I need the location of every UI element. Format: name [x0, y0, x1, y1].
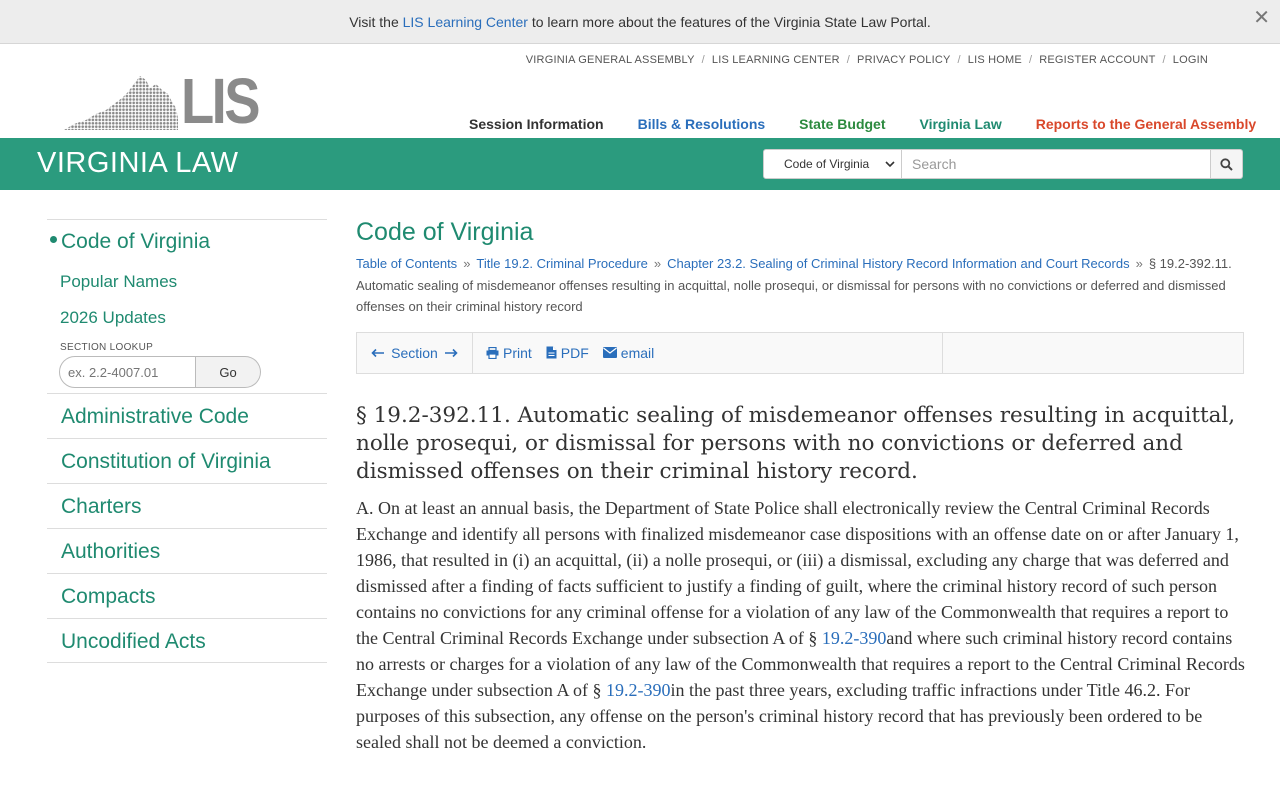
pdf-label: PDF: [560, 344, 589, 361]
search-scope-value: Code of Virginia: [784, 157, 870, 171]
email-label: email: [620, 344, 655, 361]
breadcrumb-chapter[interactable]: Chapter 23.2. Sealing of Criminal Histor…: [667, 256, 1129, 271]
email-button[interactable]: email: [602, 344, 655, 361]
util-link-learning-center[interactable]: LIS LEARNING CENTER: [712, 54, 840, 66]
sidebar-item-administrative-code[interactable]: Administrative Code: [47, 393, 327, 438]
sidebar-subitem-updates[interactable]: 2026 Updates: [47, 300, 327, 336]
nav-bills-resolutions[interactable]: Bills & Resolutions: [638, 116, 766, 132]
utility-links: VIRGINIA GENERAL ASSEMBLY / LIS LEARNING C…: [526, 54, 1208, 66]
announcement-banner: Visit the LIS Learning Center to learn m…: [0, 0, 1280, 44]
nav-state-budget[interactable]: State Budget: [799, 116, 885, 132]
section-reference-link[interactable]: 19.2-390: [606, 680, 671, 700]
arrow-left-icon[interactable]: [371, 348, 385, 358]
util-link-privacy-policy[interactable]: PRIVACY POLICY: [857, 54, 950, 66]
section-heading: § 19.2-392.11. Automatic sealing of misd…: [356, 402, 1236, 484]
page-title: Code of Virginia: [356, 218, 534, 246]
arrow-right-icon[interactable]: [444, 348, 458, 358]
sidebar-item-constitution[interactable]: Constitution of Virginia: [47, 438, 327, 483]
search-button[interactable]: [1211, 149, 1243, 179]
util-link-general-assembly[interactable]: VIRGINIA GENERAL ASSEMBLY: [526, 54, 695, 66]
section-lookup-go-button[interactable]: Go: [196, 356, 261, 388]
section-header-bar: VIRGINIA LAW Code of Virginia: [0, 138, 1280, 190]
section-title: VIRGINIA LAW: [37, 147, 239, 179]
section-paragraph: A. On at least an annual basis, the Depa…: [356, 495, 1249, 755]
separator: /: [1028, 54, 1033, 66]
sidebar-item-compacts[interactable]: Compacts: [47, 573, 327, 618]
section-tools: Print PDF email: [473, 332, 943, 373]
sidebar-item-code-of-virginia[interactable]: Code of Virginia: [47, 220, 327, 264]
separator: /: [1162, 54, 1166, 66]
breadcrumb-separator: »: [463, 256, 471, 271]
search-form: Code of Virginia: [763, 149, 1243, 179]
separator: /: [701, 54, 705, 66]
util-link-register[interactable]: REGISTER ACCOUNT: [1039, 54, 1155, 66]
nav-reports[interactable]: Reports to the General Assembly: [1036, 116, 1256, 132]
breadcrumb-table-of-contents[interactable]: Table of Contents: [356, 256, 457, 271]
breadcrumb-separator: »: [653, 256, 662, 271]
breadcrumb-title[interactable]: Title 19.2. Criminal Procedure: [476, 256, 647, 271]
breadcrumb-separator: »: [1135, 256, 1143, 271]
envelope-icon: [602, 347, 617, 358]
sidebar-item-uncodified-acts[interactable]: Uncodified Acts: [47, 618, 327, 663]
sidebar-item-authorities[interactable]: Authorities: [47, 528, 327, 573]
section-nav-label: Section: [391, 344, 438, 361]
lis-logo-text: LIS: [181, 65, 261, 137]
util-link-lis-home[interactable]: LIS HOME: [968, 54, 1022, 66]
chevron-down-icon: [885, 161, 895, 168]
sidebar: Code of Virginia Popular Names 2026 Upda…: [47, 219, 327, 663]
separator: /: [846, 54, 851, 66]
section-navigation: Section: [357, 332, 473, 373]
nav-virginia-law[interactable]: Virginia Law: [920, 116, 1002, 132]
separator: /: [957, 54, 961, 66]
search-scope-select[interactable]: Code of Virginia: [763, 149, 902, 179]
banner-text-prefix: Visit the: [349, 14, 403, 30]
banner-text-suffix: to learn more about the features of the …: [527, 14, 931, 30]
main-content: Code of Virginia Table of Contents » Title…: [356, 218, 1256, 755]
print-label: Print: [503, 344, 532, 361]
print-button[interactable]: Print: [486, 345, 532, 361]
sidebar-item-label: Code of Virginia: [61, 230, 211, 253]
sidebar-subitem-popular-names[interactable]: Popular Names: [47, 264, 327, 300]
print-icon: [486, 346, 499, 359]
nav-session-information[interactable]: Session Information: [469, 116, 604, 132]
section-lookup-input[interactable]: [59, 356, 196, 388]
main-navigation: Session Information Bills & Resolutions …: [469, 116, 1256, 132]
paragraph-text: A. On at least an annual basis, the Depa…: [356, 497, 1239, 648]
breadcrumb: Table of Contents » Title 19.2. Criminal P…: [356, 253, 1256, 318]
lis-learning-center-link[interactable]: LIS Learning Center: [403, 14, 528, 30]
section-lookup-label: SECTION LOOKUP: [60, 342, 154, 353]
search-icon: [1220, 157, 1233, 171]
util-link-login[interactable]: LOGIN: [1173, 54, 1208, 66]
sidebar-item-charters[interactable]: Charters: [47, 483, 327, 528]
active-bullet-icon: [50, 236, 57, 243]
close-banner-button[interactable]: ✕: [1253, 0, 1270, 36]
pdf-button[interactable]: PDF: [546, 345, 589, 361]
section-reference-link[interactable]: 19.2-390: [822, 628, 887, 648]
section-toolbar: Section Print PDF email: [356, 331, 1244, 374]
section-lookup-form: Go: [59, 356, 261, 388]
file-pdf-icon: [546, 346, 557, 359]
search-input[interactable]: [902, 149, 1211, 179]
